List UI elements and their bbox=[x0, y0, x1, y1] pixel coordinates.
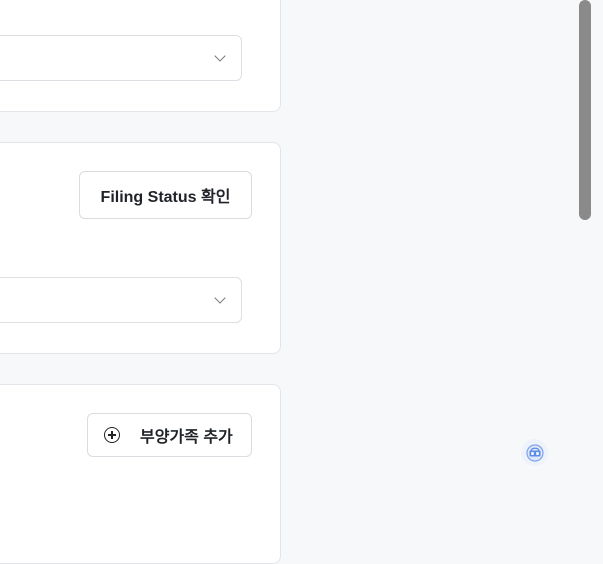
plus-circle-icon bbox=[104, 427, 120, 443]
chevron-down-icon bbox=[214, 292, 226, 304]
translate-icon bbox=[525, 443, 544, 462]
section-card-top bbox=[0, 0, 281, 112]
add-dependent-label: 부양가족 추가 bbox=[140, 429, 233, 446]
floating-translate-widget[interactable] bbox=[521, 439, 548, 466]
add-dependent-button[interactable]: 부양가족 추가 bbox=[87, 413, 252, 457]
scrollbar-thumb[interactable] bbox=[579, 0, 591, 220]
filing-status-check-label: Filing Status 확인 bbox=[100, 189, 231, 206]
select-dropdown-1[interactable] bbox=[0, 35, 242, 81]
chevron-down-icon bbox=[214, 50, 226, 62]
select-dropdown-2[interactable] bbox=[0, 277, 242, 323]
section-card-dependents bbox=[0, 384, 281, 564]
filing-status-check-button[interactable]: Filing Status 확인 bbox=[79, 171, 252, 219]
